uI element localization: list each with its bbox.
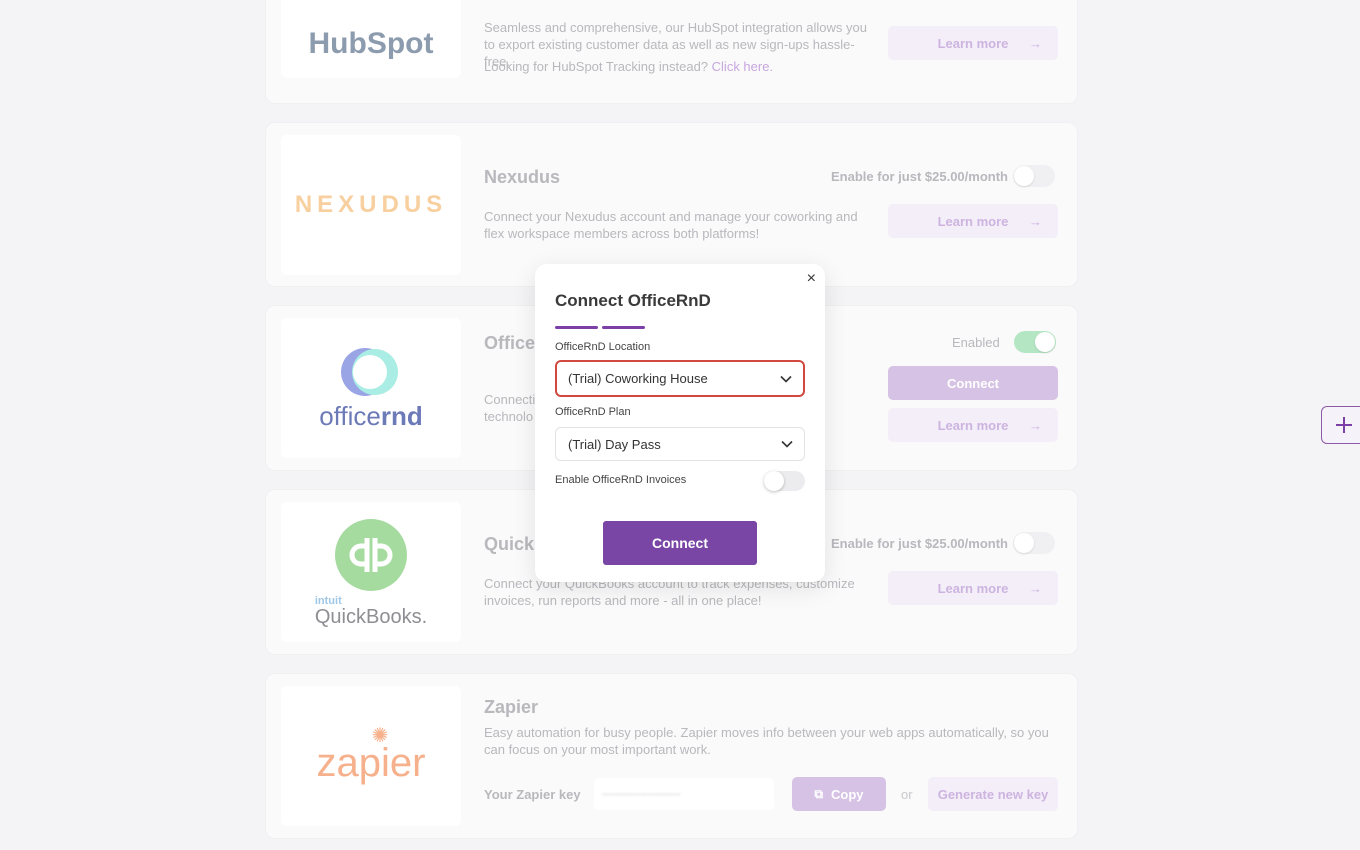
chevron-down-icon: [781, 440, 793, 448]
zapier-title: Zapier: [484, 697, 539, 717]
quickbooks-logo-text: intuit QuickBooks.: [314, 594, 428, 628]
toggle-knob: [1035, 332, 1055, 352]
step-1: [555, 326, 598, 329]
officernd-connect-button[interactable]: Connect: [888, 366, 1058, 400]
nexudus-title: Nexudus: [484, 167, 561, 187]
modal-title: Connect OfficeRnD: [555, 291, 711, 310]
connect-officernd-modal: × Connect OfficeRnD OfficeRnD Location (…: [535, 264, 825, 582]
intuit-text: intuit: [314, 594, 342, 607]
nexudus-logo: NEXUDUS: [281, 135, 461, 275]
nexudus-logo-text: NEXUDUS: [294, 191, 448, 218]
copy-label: Copy: [831, 786, 864, 802]
learn-more-label: Learn more: [937, 580, 1009, 596]
zapier-logo-text: zapier: [316, 741, 426, 785]
nexudus-description: Connect your Nexudus account and manage …: [484, 209, 858, 241]
quickbooks-logo: intuit QuickBooks.: [281, 502, 461, 642]
generate-new-key-button[interactable]: Generate new key: [928, 777, 1058, 811]
officernd-logo-text-rnd: rnd: [380, 400, 423, 431]
quickbooks-enable-label: Enable for just $25.00/month: [831, 536, 1008, 551]
copy-button[interactable]: ⧉ Copy: [792, 777, 886, 811]
hubspot-tracking-line: Looking for HubSpot Tracking instead? Cl…: [484, 58, 879, 75]
step-2: [602, 326, 645, 329]
copy-icon: ⧉: [814, 786, 824, 801]
plan-label: OfficeRnD Plan: [555, 406, 631, 418]
quickbooks-learn-more-button[interactable]: Learn more →: [888, 571, 1058, 605]
arrow-right-icon: →: [1029, 213, 1042, 229]
hubspot-learn-more-button[interactable]: Learn more →: [888, 26, 1058, 60]
plan-select[interactable]: (Trial) Day Pass: [555, 427, 805, 461]
toggle-knob: [764, 471, 784, 491]
add-button[interactable]: [1321, 406, 1360, 444]
arrow-right-icon: →: [1029, 35, 1042, 51]
officernd-logo-text-office: office: [319, 400, 381, 431]
hubspot-logo: HubSpot: [281, 0, 461, 78]
modal-connect-button[interactable]: Connect: [603, 521, 757, 565]
learn-more-label: Learn more: [937, 35, 1009, 51]
arrow-right-icon: →: [1029, 580, 1042, 596]
step-indicator: [555, 326, 645, 329]
location-select[interactable]: (Trial) Coworking House: [555, 360, 805, 397]
quickbooks-logo-mark: [335, 518, 407, 591]
invoices-toggle[interactable]: [764, 471, 805, 491]
location-value: (Trial) Coworking House: [568, 371, 708, 386]
invoices-label: Enable OfficeRnD Invoices: [555, 474, 687, 486]
officernd-learn-more-button[interactable]: Learn more →: [888, 408, 1058, 442]
chevron-down-icon: [780, 375, 792, 383]
nexudus-card: NEXUDUS Nexudus Enable for just $25.00/m…: [265, 122, 1078, 287]
hubspot-card: HubSpot Seamless and comprehensive, our …: [265, 0, 1078, 104]
hubspot-tracking-text: Looking for HubSpot Tracking instead?: [484, 59, 709, 74]
plan-value: (Trial) Day Pass: [568, 436, 661, 452]
quickbooks-name-text: QuickBooks.: [314, 605, 428, 628]
close-icon[interactable]: ×: [807, 270, 816, 288]
quickbooks-toggle[interactable]: [1013, 532, 1055, 554]
or-text: or: [901, 787, 913, 802]
nexudus-enable-label: Enable for just $25.00/month: [831, 169, 1008, 184]
location-label: OfficeRnD Location: [555, 341, 651, 353]
toggle-knob: [1014, 166, 1034, 186]
zapier-card: ✺ zapier Zapier Easy automation for busy…: [265, 673, 1078, 839]
arrow-right-icon: →: [1029, 417, 1042, 433]
learn-more-label: Learn more: [937, 213, 1009, 229]
officernd-enabled-label: Enabled: [952, 335, 1000, 350]
hubspot-tracking-link[interactable]: Click here.: [712, 59, 773, 74]
zapier-key-label: Your Zapier key: [484, 787, 581, 802]
plus-icon: [1335, 417, 1352, 433]
zapier-key-field[interactable]: ••••••••••••••••••••••••••••: [594, 778, 774, 810]
officernd-logo: officernd: [281, 318, 461, 458]
nexudus-learn-more-button[interactable]: Learn more →: [888, 204, 1058, 238]
zapier-logo: ✺ zapier: [281, 686, 461, 826]
learn-more-label: Learn more: [937, 417, 1009, 433]
officernd-logo-mark: [341, 347, 398, 396]
zapier-description: Easy automation for busy people. Zapier …: [484, 725, 1049, 757]
nexudus-toggle[interactable]: [1013, 165, 1055, 187]
quickbooks-description-line2: invoices, run reports and more - all in …: [484, 593, 762, 608]
officernd-logo-text: officernd: [319, 401, 423, 432]
hubspot-logo-text: HubSpot: [308, 27, 434, 60]
officernd-toggle[interactable]: [1014, 331, 1056, 353]
toggle-knob: [1014, 533, 1034, 553]
